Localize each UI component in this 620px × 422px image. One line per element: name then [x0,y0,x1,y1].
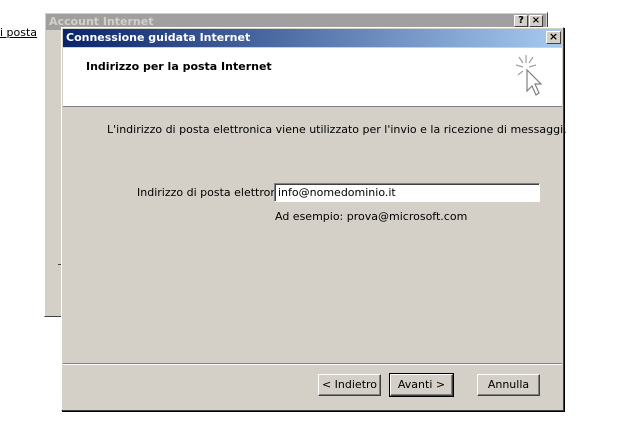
background-posta-link[interactable]: i posta [0,26,37,39]
background-close-button[interactable]: × [529,15,543,27]
back-button[interactable]: < Indietro [318,374,381,396]
wizard-dialog: Connessione guidata Internet × Indirizzo… [61,27,567,411]
wizard-title-bar: Connessione guidata Internet [63,29,562,47]
cancel-button[interactable]: Annulla [477,374,540,396]
next-button[interactable]: Avanti > [389,373,454,397]
sparkle-cursor-icon [515,55,543,96]
email-field[interactable] [274,183,540,202]
wizard-title: Connessione guidata Internet [66,31,251,44]
example-text: Ad esempio: prova@microsoft.com [275,210,468,223]
wizard-header: Indirizzo per la posta Internet [63,48,562,107]
description-text: L'indirizzo di posta elettronica viene u… [107,123,567,136]
wizard-close-button[interactable]: × [546,31,561,44]
background-help-button[interactable]: ? [514,15,528,27]
button-separator [63,363,562,365]
email-label: Indirizzo di posta elettronica: [137,186,297,199]
page-title: Indirizzo per la posta Internet [86,60,272,73]
